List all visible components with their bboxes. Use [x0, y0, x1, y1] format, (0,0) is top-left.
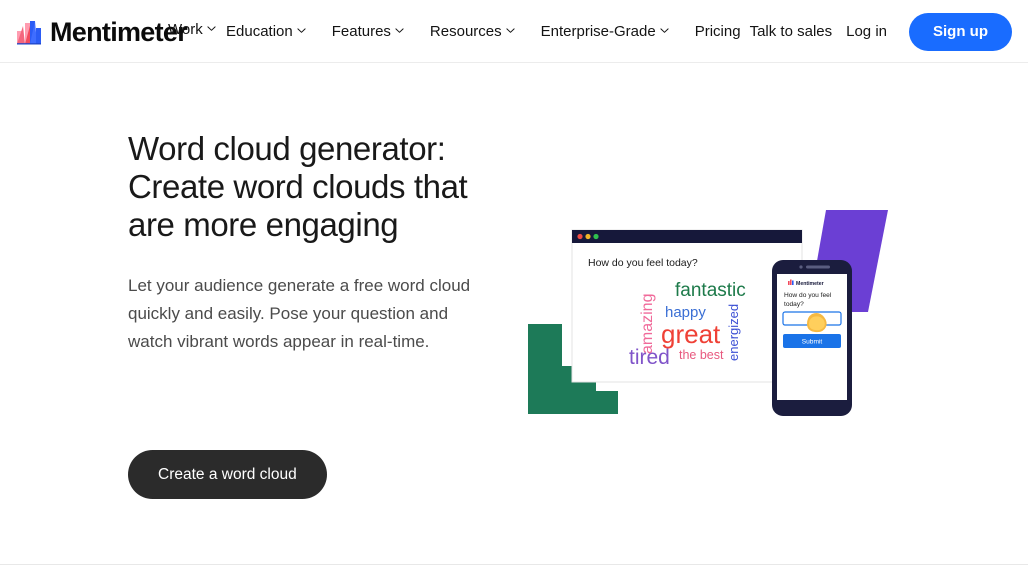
word-the-best: the best: [679, 348, 724, 362]
hero-text-block: Word cloud generator: Create word clouds…: [128, 130, 508, 356]
nav-item-resources[interactable]: Resources: [430, 24, 515, 39]
chevron-down-icon: [395, 26, 404, 35]
chevron-down-icon: [660, 26, 669, 35]
landing-page: Mentimeter Work Education Features Resou…: [0, 0, 1028, 578]
word-amazing: amazing: [639, 294, 656, 354]
nav-primary-links: Work Education Features Resources Enterp…: [168, 0, 767, 63]
talk-to-sales-link[interactable]: Talk to sales: [750, 23, 833, 40]
page-title: Word cloud generator: Create word clouds…: [128, 130, 468, 243]
phone-brand-label: Mentimeter: [796, 281, 824, 287]
mentimeter-bars-logo-icon: [16, 19, 42, 45]
page-bottom-divider: [0, 564, 1028, 565]
maximize-dot: [593, 233, 599, 240]
phone-mockup: Mentimeter How do you feel today? Submit: [772, 260, 852, 416]
nav-item-work[interactable]: Work: [168, 22, 216, 37]
nav-secondary-actions: Talk to sales Log in Sign up: [750, 0, 1012, 63]
nav-item-work-label: Work: [168, 21, 203, 38]
nav-item-resources-label: Resources: [429, 23, 502, 40]
minimize-dot: [585, 233, 591, 240]
nav-item-features-label: Features: [331, 23, 391, 40]
nav-item-enterprise-grade-label: Enterprise-Grade: [540, 23, 656, 40]
hero-subtitle: Let your audience generate a free word c…: [128, 276, 471, 351]
nav-item-enterprise-grade[interactable]: Enterprise-Grade: [541, 24, 669, 39]
word-energized: energized: [726, 304, 741, 361]
browser-question-text: How do you feel today?: [588, 257, 698, 269]
login-link[interactable]: Log in: [846, 23, 887, 40]
chevron-down-icon: [506, 26, 515, 35]
word-fantastic: fantastic: [675, 280, 746, 301]
signup-button[interactable]: Sign up: [909, 12, 1012, 51]
hero-illustration: How do you feel today? fantastic happy g…: [516, 196, 916, 436]
phone-submit-label: Submit: [802, 339, 823, 346]
phone-question-line2: today?: [784, 301, 804, 308]
brand-logo[interactable]: Mentimeter: [16, 16, 188, 48]
nav-item-pricing-label: Pricing: [694, 23, 741, 40]
word-great: great: [661, 319, 721, 349]
nav-item-education[interactable]: Education: [226, 24, 306, 39]
nav-item-pricing[interactable]: Pricing: [695, 24, 741, 39]
chevron-down-icon: [207, 24, 216, 33]
create-word-cloud-button[interactable]: Create a word cloud: [128, 450, 327, 499]
nav-item-education-label: Education: [226, 23, 293, 40]
chevron-down-icon: [297, 26, 306, 35]
close-dot: [577, 233, 583, 240]
phone-question-line1: How do you feel: [784, 292, 832, 299]
main-navigation-bar: Mentimeter Work Education Features Resou…: [0, 0, 1028, 63]
brand-wordmark: Mentimeter: [50, 16, 188, 47]
nav-item-features[interactable]: Features: [332, 24, 404, 39]
